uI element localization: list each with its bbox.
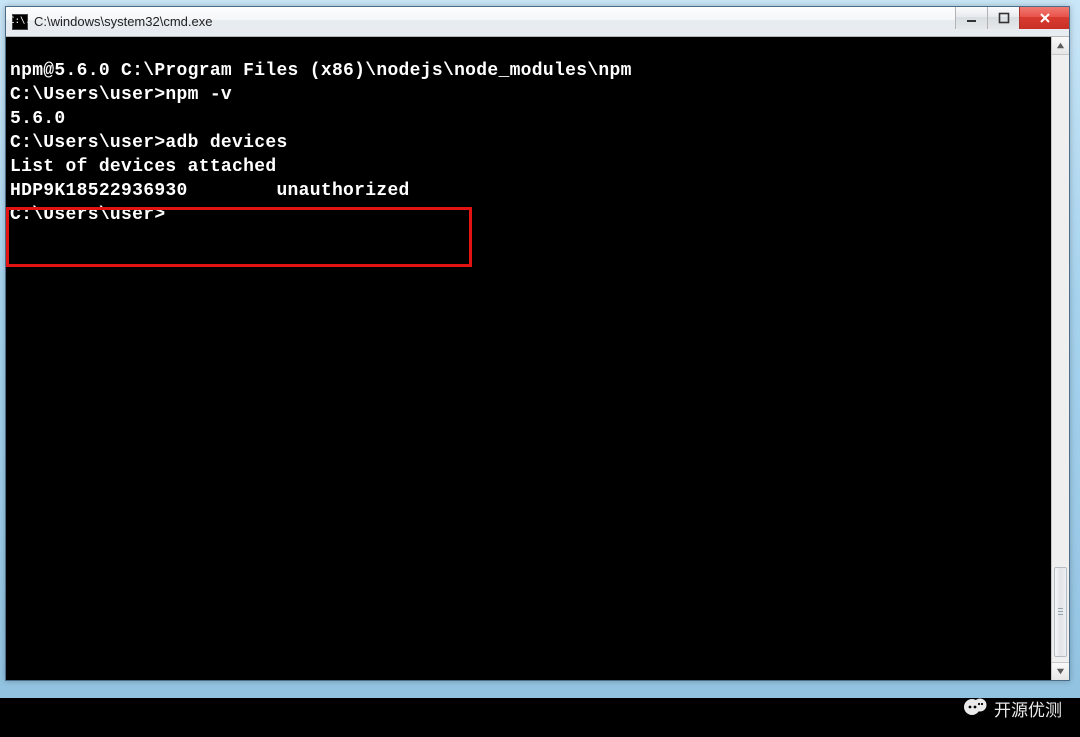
window-controls — [955, 7, 1069, 29]
terminal-line: C:\Users\user>adb devices — [10, 131, 1051, 155]
terminal-line: npm@5.6.0 C:\Program Files (x86)\nodejs\… — [10, 59, 1051, 83]
terminal-line: C:\Users\user>npm -v — [10, 83, 1051, 107]
maximize-button[interactable] — [987, 7, 1019, 29]
terminal-output[interactable]: npm@5.6.0 C:\Program Files (x86)\nodejs\… — [6, 37, 1051, 680]
client-area: npm@5.6.0 C:\Program Files (x86)\nodejs\… — [6, 37, 1069, 680]
maximize-icon — [998, 12, 1010, 24]
vertical-scrollbar[interactable] — [1051, 37, 1069, 680]
close-button[interactable] — [1019, 7, 1069, 29]
watermark: 开源优测 — [962, 695, 1062, 721]
minimize-icon — [966, 12, 978, 24]
chevron-up-icon — [1056, 41, 1065, 50]
terminal-line: List of devices attached — [10, 155, 1051, 179]
cmd-icon: C:\. — [12, 14, 28, 30]
terminal-line: HDP9K18522936930 unauthorized — [10, 179, 1051, 203]
terminal-line: C:\Users\user> — [10, 203, 1051, 227]
chat-bubble-icon — [962, 695, 988, 721]
scrollbar-thumb[interactable] — [1054, 567, 1067, 657]
scroll-down-button[interactable] — [1052, 662, 1069, 680]
window-title: C:\windows\system32\cmd.exe — [34, 14, 212, 29]
close-icon — [1039, 12, 1051, 24]
watermark-label: 开源优测 — [994, 696, 1062, 721]
terminal-line: 5.6.0 — [10, 107, 1051, 131]
scroll-up-button[interactable] — [1052, 37, 1069, 55]
cmd-icon-glyph: C:\. — [9, 17, 31, 26]
cmd-window: C:\. C:\windows\system32\cmd.exe npm@5.6… — [5, 6, 1070, 681]
titlebar[interactable]: C:\. C:\windows\system32\cmd.exe — [6, 7, 1069, 37]
minimize-button[interactable] — [955, 7, 987, 29]
chevron-down-icon — [1056, 667, 1065, 676]
background-strip — [0, 698, 1080, 737]
